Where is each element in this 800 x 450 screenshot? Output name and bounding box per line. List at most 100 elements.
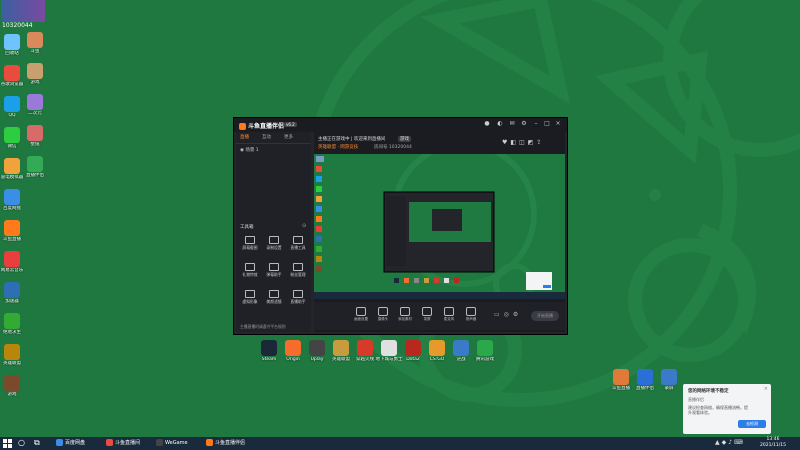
- tool-button[interactable]: 直播助手: [288, 290, 308, 305]
- assistant-icon: [293, 290, 303, 298]
- camera-icon: [378, 307, 388, 316]
- tool-button[interactable]: 直播工具: [288, 236, 308, 251]
- tool-label: 虚拟形象: [242, 299, 258, 304]
- close-icon[interactable]: ×: [764, 386, 768, 392]
- taskbar-item-label: 斗鱼直播间: [115, 440, 141, 446]
- tv-icon: [637, 369, 653, 385]
- taskbar-item[interactable]: WeGame: [156, 438, 188, 449]
- mic-icon: [444, 307, 454, 316]
- start-live-button[interactable]: 开始直播: [531, 311, 559, 321]
- lol-icon: [4, 344, 20, 360]
- notification-toast: 您的网络环境不稳定 × 直播伴侣 建议检查网络，确保直播流畅，提升观看体验。 去…: [683, 384, 771, 434]
- desktop-icon[interactable]: 腾讯游戏: [468, 340, 502, 362]
- play-icon: [477, 340, 493, 356]
- desktop-icon[interactable]: 斗鱼直播: [0, 220, 29, 242]
- taskbar-item[interactable]: 斗鱼直播间: [106, 438, 140, 449]
- stream-preview[interactable]: [314, 154, 565, 299]
- desktop-icon[interactable]: 录屏: [652, 369, 686, 391]
- steam-icon: [261, 340, 277, 356]
- category-label[interactable]: 英雄联盟 · 网游竞技: [318, 144, 358, 150]
- douyu-icon: [206, 439, 213, 446]
- app-logo: 斗鱼直播伴侣: [239, 121, 284, 130]
- scene-label: 场景 1: [245, 148, 259, 153]
- record-icon: [269, 236, 279, 244]
- tools-title: 工具箱: [240, 225, 254, 230]
- gift-icon: [245, 263, 255, 271]
- tab-more[interactable]: 更多: [284, 134, 293, 140]
- desktop-icon[interactable]: 壁纸: [18, 125, 52, 147]
- scene-item[interactable]: ◉ 场景 1: [240, 147, 259, 153]
- desktop-icon[interactable]: 绝地求生: [0, 313, 29, 335]
- control-button[interactable]: 添加素材: [396, 307, 414, 322]
- minimize-icon[interactable]: –: [532, 120, 540, 128]
- notification-title: 您的网络环境不稳定: [688, 389, 729, 394]
- stream-tag[interactable]: 游戏: [398, 136, 411, 142]
- control-button[interactable]: 摄像头: [374, 307, 392, 322]
- beauty-icon: [269, 290, 279, 298]
- tool-button[interactable]: 录制设置: [264, 236, 284, 251]
- avatar-icon: [27, 32, 43, 48]
- douyu-icon: [4, 220, 20, 236]
- tool-button[interactable]: 美颜滤镜: [264, 290, 284, 305]
- desktop-icon[interactable]: 游戏: [0, 375, 29, 397]
- version-badge: v6.2: [284, 122, 297, 127]
- notification-button[interactable]: 去检测: [738, 420, 766, 428]
- maximize-icon[interactable]: □: [543, 120, 551, 128]
- tools-settings-icon[interactable]: ⊙: [302, 223, 306, 229]
- desktop-icon-label: 斗鱼直播: [3, 237, 21, 242]
- screen-icon: [661, 369, 677, 385]
- extra-control-icons[interactable]: ▭◎⚙: [494, 311, 522, 318]
- video-icon: [422, 307, 432, 316]
- desktop-icon-label: 英雄联盟: [3, 361, 21, 366]
- settings-icon[interactable]: ⚙: [520, 120, 528, 128]
- desktop-icon[interactable]: 百度网盘: [0, 189, 29, 211]
- tool-button[interactable]: 虚拟形象: [240, 290, 260, 305]
- clock[interactable]: 13:46 2021/11/15: [760, 437, 786, 449]
- title-bar: 斗鱼直播伴侣 v6.2 ● ◐ ✉ ⚙ – □ ×: [234, 118, 567, 132]
- desktop-icon-label: 游戏: [30, 80, 40, 85]
- desktop-icon-label: 录屏: [664, 386, 674, 391]
- control-button[interactable]: 录屏: [418, 307, 436, 322]
- tool-label: 直播工具: [290, 245, 306, 250]
- task-view-icon[interactable]: ⧉: [34, 438, 40, 448]
- desktop-icon[interactable]: 英雄联盟: [0, 344, 29, 366]
- windows-start-icon[interactable]: [3, 439, 12, 448]
- tab-interact[interactable]: 互动: [262, 134, 271, 140]
- desktop-icon[interactable]: 游戏: [18, 63, 52, 85]
- taskbar-item[interactable]: 斗鱼直播伴侣: [206, 438, 245, 449]
- desktop-icon[interactable]: 斗鱼: [18, 32, 52, 54]
- tool-button[interactable]: 屏幕截图: [240, 236, 260, 251]
- desktop-icon[interactable]: 网易云音乐: [0, 251, 29, 273]
- tab-live[interactable]: 直播: [240, 134, 249, 140]
- tool-button[interactable]: 礼物特效: [240, 263, 260, 278]
- bottom-note: 主播直播时请遵守平台规则: [240, 324, 286, 329]
- desktop-icon-label: 游戏: [7, 392, 17, 397]
- stream-title[interactable]: 主播正在游戏中 | 欢迎来到直播间: [318, 136, 385, 142]
- game-icon: [4, 375, 20, 391]
- control-button[interactable]: 麦克风: [440, 307, 458, 322]
- tray-icons[interactable]: ▲◆♪⌨: [715, 439, 745, 446]
- room-info: 房间号 10320044: [374, 145, 412, 150]
- desktop-icon[interactable]: 二次元: [18, 94, 52, 116]
- wallpaper-icon: [27, 125, 43, 141]
- desktop-icon-label: 百度网盘: [3, 206, 21, 211]
- desktop-icon[interactable]: 直播伴侣: [18, 156, 52, 178]
- tool-button[interactable]: 弹幕助手: [264, 263, 284, 278]
- preview-content: [314, 154, 565, 299]
- mail-icon[interactable]: ✉: [508, 120, 516, 128]
- search-icon[interactable]: ○: [18, 438, 25, 447]
- close-icon[interactable]: ×: [554, 120, 562, 128]
- left-panel: 直播 互动 更多 ◉ 场景 1 工具箱 ⊙ 屏幕截图 录制设置 直播工具礼物特效 弹幕…: [236, 132, 311, 332]
- desktop-icon[interactable]: 加速器: [0, 282, 29, 304]
- dota-icon: [405, 340, 421, 356]
- avatar[interactable]: ●: [483, 120, 491, 128]
- main-stage: 主播正在游戏中 | 欢迎来到直播间 游戏 英雄联盟 · 网游竞技 房间号 103…: [314, 132, 565, 332]
- desktop-icon-label: 绝地求生: [3, 330, 21, 335]
- control-button[interactable]: 扬声器: [462, 307, 480, 322]
- taskbar-item[interactable]: 百度网盘: [56, 438, 85, 449]
- skin-icon[interactable]: ◐: [496, 120, 504, 128]
- control-button[interactable]: 画面设置: [352, 307, 370, 322]
- stage-tool-icons[interactable]: ♥◧◫◩⇪: [502, 139, 544, 146]
- tool-button[interactable]: 粉丝管理: [288, 263, 308, 278]
- control-label: 扬声器: [465, 317, 477, 321]
